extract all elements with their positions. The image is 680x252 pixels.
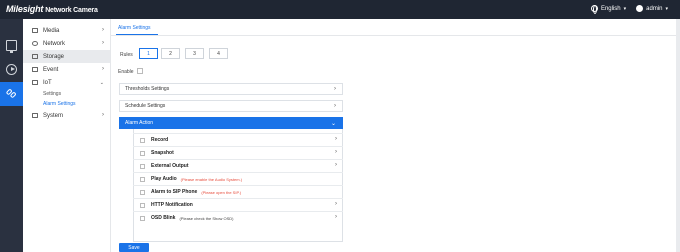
chevron-right-icon: › <box>102 112 104 118</box>
rules-label: Rules <box>120 52 133 58</box>
action-label: HTTP Notification <box>151 202 193 208</box>
media-icon <box>32 28 38 33</box>
tab-active-indicator <box>116 34 158 35</box>
panel-title: Alarm Action <box>125 120 154 126</box>
rule-button-4[interactable]: 4 <box>209 48 228 59</box>
action-row-play-audio[interactable]: Play Audio (Please enable the Audio Syst… <box>133 172 343 185</box>
action-note: (Please check the Show OSD) <box>179 215 234 221</box>
record-checkbox[interactable] <box>140 137 145 143</box>
settings-sidebar: Media › Network › Storage Event › IoT ⌄ … <box>23 19 111 252</box>
product-name: Network Camera <box>45 7 98 14</box>
action-row-external-output[interactable]: External Output › <box>133 159 343 172</box>
schedule-settings-panel[interactable]: Schedule Settings › <box>119 100 343 112</box>
user-name: admin <box>646 5 663 12</box>
chevron-right-icon: › <box>102 27 104 33</box>
rule-button-3[interactable]: 3 <box>185 48 204 59</box>
chevron-right-icon: › <box>335 149 337 155</box>
sidebar-item-label: Network <box>43 40 66 47</box>
chevron-right-icon: › <box>102 40 104 46</box>
network-icon <box>32 41 38 46</box>
chevron-right-icon: › <box>335 162 337 168</box>
action-row-http-notification[interactable]: HTTP Notification › <box>133 198 343 211</box>
sidebar-item-iot[interactable]: IoT ⌄ <box>23 76 110 89</box>
main-nav-strip <box>0 19 23 252</box>
live-view-icon[interactable] <box>6 40 17 53</box>
user-menu[interactable]: admin ▾ <box>636 5 668 12</box>
panel-title: Schedule Settings <box>125 103 166 109</box>
chevron-right-icon: › <box>334 103 336 109</box>
storage-icon <box>32 54 38 59</box>
action-row-snapshot[interactable]: Snapshot › <box>133 146 343 159</box>
globe-icon <box>590 5 598 14</box>
system-icon <box>32 113 38 118</box>
snapshot-checkbox[interactable] <box>140 150 145 156</box>
rule-button-1[interactable]: 1 <box>139 48 158 59</box>
action-label: Snapshot <box>151 150 174 156</box>
thresholds-settings-panel[interactable]: Thresholds Settings › <box>119 83 343 95</box>
sidebar-item-event[interactable]: Event › <box>23 63 110 76</box>
alarm-action-panel[interactable]: Alarm Action ⌄ <box>119 117 343 129</box>
language-selector[interactable]: English ▾ <box>590 5 627 14</box>
tab-alarm-settings[interactable]: Alarm Settings <box>118 25 151 31</box>
event-icon <box>32 67 38 72</box>
brand-logo: Milesight Network Camera <box>6 4 98 14</box>
sidebar-item-system[interactable]: System › <box>23 109 110 122</box>
sidebar-item-storage[interactable]: Storage <box>23 50 110 63</box>
sidebar-item-label: Media <box>43 27 60 34</box>
tab-divider <box>111 35 676 36</box>
action-note: (Please open the SIP.) <box>201 189 242 195</box>
language-label: English <box>600 5 621 12</box>
iot-icon <box>32 80 38 85</box>
action-note: (Please enable the Audio System.) <box>180 176 243 182</box>
chevron-right-icon: › <box>335 201 337 207</box>
osd-blink-checkbox[interactable] <box>140 215 145 221</box>
chevron-right-icon: › <box>334 86 336 92</box>
settings-nav-button[interactable] <box>0 82 23 106</box>
action-label: Alarm to SIP Phone <box>151 189 198 195</box>
chevron-right-icon: › <box>335 214 337 220</box>
enable-checkbox[interactable] <box>137 68 143 74</box>
panel-title: Thresholds Settings <box>125 86 170 92</box>
action-label: Record <box>151 137 169 143</box>
chevron-down-icon: ▾ <box>623 5 627 12</box>
chevron-down-icon: ⌄ <box>99 80 104 86</box>
external-output-checkbox[interactable] <box>140 163 145 169</box>
sidebar-item-label: IoT <box>43 79 52 86</box>
sidebar-item-media[interactable]: Media › <box>23 24 110 37</box>
http-notification-checkbox[interactable] <box>140 202 145 208</box>
sidebar-subitem-label: Alarm Settings <box>43 101 76 107</box>
action-label: External Output <box>151 163 189 169</box>
save-button[interactable]: Save <box>119 243 149 252</box>
brand-name: Milesight <box>6 4 44 14</box>
scrollbar[interactable] <box>676 19 680 252</box>
chevron-right-icon: › <box>335 136 337 142</box>
rule-button-2[interactable]: 2 <box>161 48 180 59</box>
chevron-right-icon: › <box>102 66 104 72</box>
sidebar-subitem-label: Settings <box>43 91 62 97</box>
user-icon <box>636 5 644 12</box>
chevron-down-icon: ⌄ <box>330 121 336 127</box>
action-label: Play Audio <box>151 176 177 182</box>
sidebar-item-label: Event <box>43 66 59 73</box>
sidebar-subitem-alarm-settings[interactable]: Alarm Settings <box>23 99 110 109</box>
action-row-record[interactable]: Record › <box>133 133 343 146</box>
link-icon <box>5 88 17 99</box>
sidebar-subitem-settings[interactable]: Settings <box>23 89 110 99</box>
chevron-down-icon: ▾ <box>665 5 668 12</box>
sidebar-item-label: Storage <box>43 53 65 60</box>
play-audio-checkbox[interactable] <box>140 176 145 182</box>
top-bar: Milesight Network Camera English ▾ admin … <box>0 0 680 19</box>
sidebar-item-network[interactable]: Network › <box>23 37 110 50</box>
enable-label: Enable <box>118 69 134 75</box>
action-row-osd-blink[interactable]: OSD Blink (Please check the Show OSD) › <box>133 211 343 224</box>
playback-icon[interactable] <box>6 64 17 75</box>
action-label: OSD Blink <box>151 215 176 221</box>
sidebar-item-label: System <box>43 112 64 119</box>
main-content: Alarm Settings Rules 1 2 3 4 Enable Thre… <box>111 19 676 252</box>
action-row-alarm-to-sip-phone[interactable]: Alarm to SIP Phone (Please open the SIP.… <box>133 185 343 198</box>
sip-phone-checkbox[interactable] <box>140 189 145 195</box>
